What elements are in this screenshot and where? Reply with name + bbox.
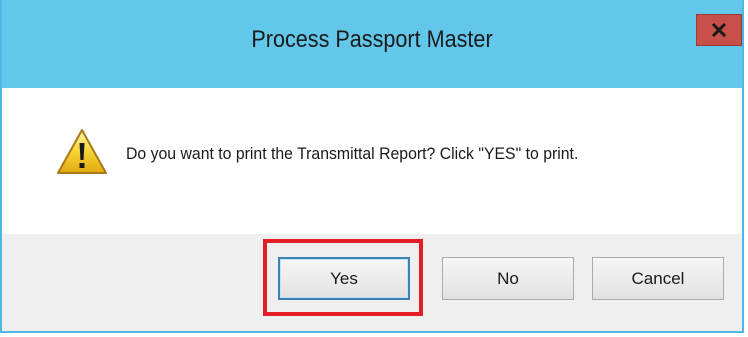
- warning-icon: [57, 129, 107, 174]
- title-bar[interactable]: Process Passport Master: [2, 0, 742, 88]
- yes-button[interactable]: Yes: [278, 257, 410, 300]
- cancel-button[interactable]: Cancel: [592, 257, 724, 300]
- button-bar: Yes No Cancel: [2, 234, 742, 331]
- message-area: Do you want to print the Transmittal Rep…: [2, 88, 742, 234]
- close-button[interactable]: [696, 14, 742, 46]
- message-dialog: Process Passport Master Do you want to p…: [0, 0, 744, 333]
- no-button[interactable]: No: [442, 257, 574, 300]
- message-text: Do you want to print the Transmittal Rep…: [126, 144, 579, 163]
- window-title: Process Passport Master: [251, 26, 493, 53]
- close-icon: [711, 22, 727, 38]
